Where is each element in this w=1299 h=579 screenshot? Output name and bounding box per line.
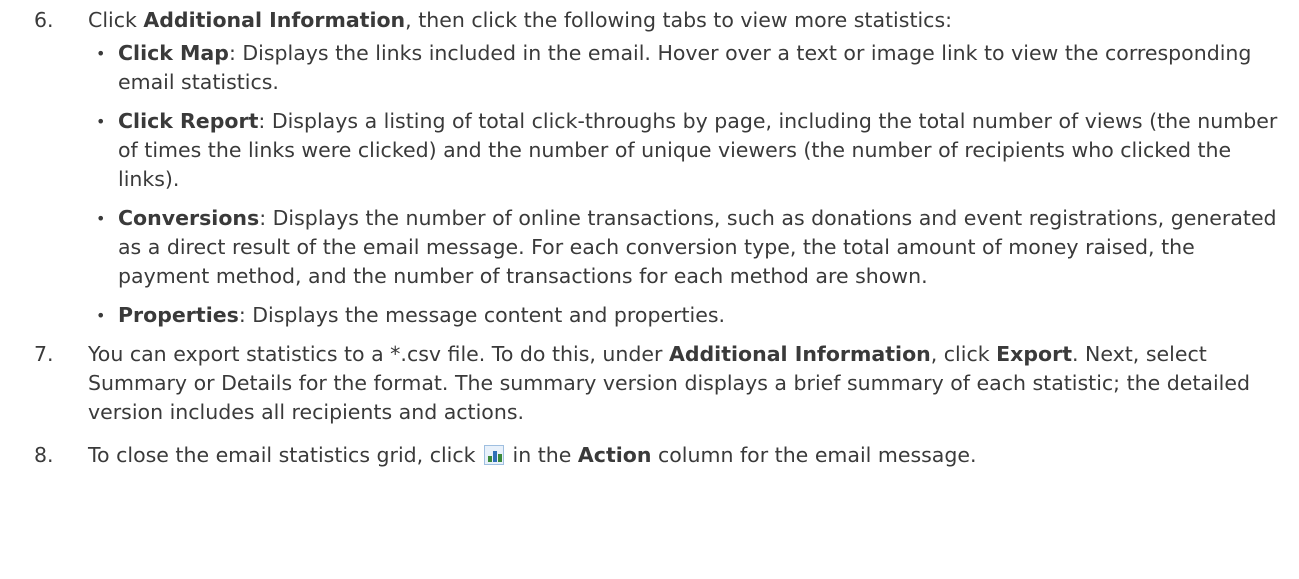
list-item-conversions: • Conversions: Displays the number of on…	[0, 204, 1279, 291]
tab-term: Click Map	[118, 41, 229, 65]
ui-term-export: Export	[996, 342, 1073, 366]
list-item-click-map: • Click Map: Displays the links included…	[0, 39, 1279, 97]
step-number: 6.	[34, 8, 54, 32]
document-body: 6. Click Additional Information, then cl…	[0, 0, 1299, 470]
list-item-properties: • Properties: Displays the message conte…	[0, 301, 1279, 330]
tab-term: Click Report	[118, 109, 259, 133]
tab-description: : Displays the number of online transact…	[118, 206, 1277, 288]
bullet: •	[96, 306, 106, 325]
step-text: To close the email statistics grid, clic…	[88, 441, 1279, 470]
bullet: •	[96, 112, 106, 131]
tab-description: : Displays the links included in the ema…	[118, 41, 1252, 94]
ui-term-additional-information: Additional Information	[143, 8, 406, 32]
tab-description: : Displays a listing of total click-thro…	[118, 109, 1278, 191]
step-text-part: in the	[506, 443, 578, 467]
ui-term-action: Action	[577, 443, 652, 467]
tab-description: : Displays the message content and prope…	[238, 303, 726, 327]
step-number: 8.	[34, 443, 54, 467]
step-text: You can export statistics to a *.csv fil…	[88, 340, 1279, 427]
step-text: Click Additional Information, then click…	[88, 6, 1279, 35]
list-item-click-report: • Click Report: Displays a listing of to…	[0, 107, 1279, 194]
statistics-chart-icon	[484, 445, 505, 465]
step-8: 8. To close the email statistics grid, c…	[0, 441, 1279, 470]
tab-term: Conversions	[118, 206, 260, 230]
step-text-part: Click	[88, 8, 144, 32]
bullet: •	[96, 209, 106, 228]
step-text-part: , then click the following tabs to view …	[405, 8, 953, 32]
tab-list: • Click Map: Displays the links included…	[0, 39, 1279, 330]
step-6: 6. Click Additional Information, then cl…	[0, 6, 1279, 35]
step-text-part: , click	[930, 342, 997, 366]
ui-term-additional-information: Additional Information	[668, 342, 931, 366]
tab-term: Properties	[118, 303, 239, 327]
step-text-part: To close the email statistics grid, clic…	[88, 443, 483, 467]
bullet: •	[96, 44, 106, 63]
step-number: 7.	[34, 342, 54, 366]
step-7: 7. You can export statistics to a *.csv …	[0, 340, 1279, 427]
step-text-part: column for the email message.	[651, 443, 977, 467]
step-text-part: You can export statistics to a *.csv fil…	[88, 342, 669, 366]
